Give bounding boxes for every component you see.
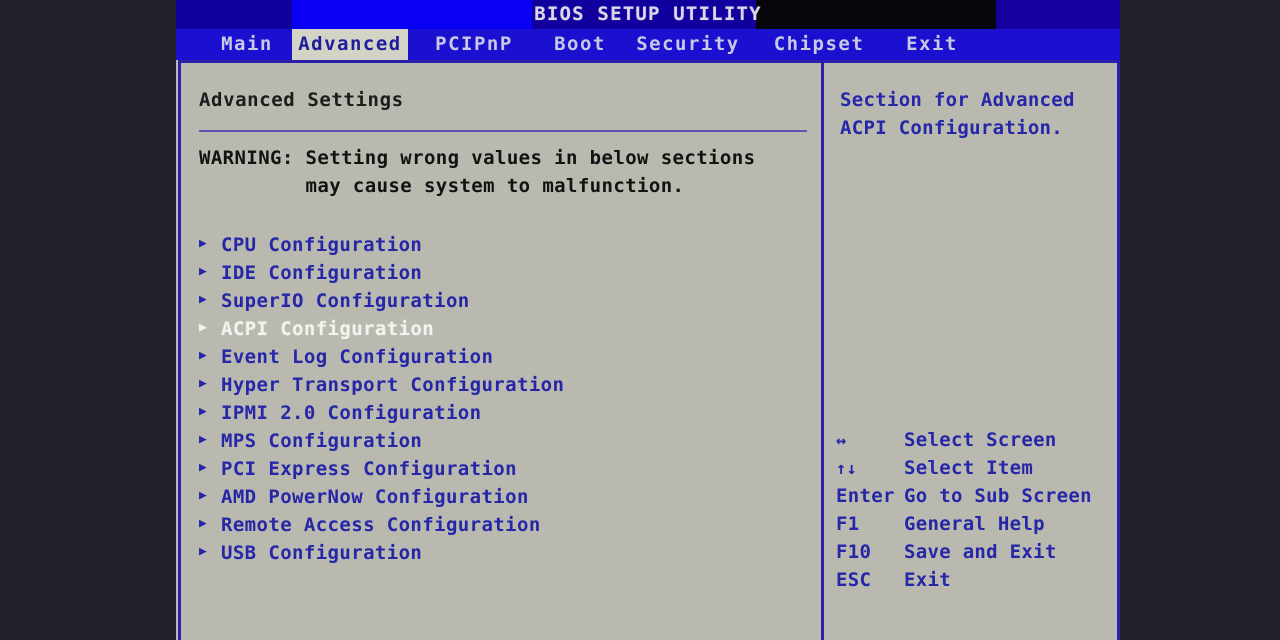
menu-item-label: USB Configuration bbox=[221, 541, 423, 564]
tab-security[interactable]: Security bbox=[628, 29, 748, 60]
help-description-line-1: Section for Advanced bbox=[840, 89, 1075, 111]
warning-text-line-1: WARNING: Setting wrong values in below s… bbox=[199, 147, 756, 169]
tab-main[interactable]: Main bbox=[200, 29, 294, 60]
submenu-arrow-icon: ▶ bbox=[199, 431, 207, 447]
menu-item-label: IDE Configuration bbox=[221, 261, 423, 284]
menu-item-label: MPS Configuration bbox=[221, 429, 423, 452]
submenu-arrow-icon: ▶ bbox=[199, 235, 207, 251]
menu-item-mps-configuration[interactable]: ▶ MPS Configuration bbox=[199, 426, 809, 454]
key-legend-row: Enter Go to Sub Screen bbox=[836, 482, 1116, 510]
key-legend-description: Exit bbox=[904, 569, 951, 591]
submenu-arrow-icon: ▶ bbox=[199, 515, 207, 531]
menu-item-amd-powernow-configuration[interactable]: ▶ AMD PowerNow Configuration bbox=[199, 482, 809, 510]
title-bar: BIOS SETUP UTILITY bbox=[176, 0, 1120, 29]
section-heading: Advanced Settings bbox=[199, 89, 404, 111]
key-legend-row: ↑↓ Select Item bbox=[836, 454, 1116, 482]
key-legend-list: ↔ Select Screen ↑↓ Select Item Enter Go to Su… bbox=[836, 426, 1116, 594]
menu-item-ipmi-2-0-configuration[interactable]: ▶ IPMI 2.0 Configuration bbox=[199, 398, 809, 426]
key-legend-description: Select Item bbox=[904, 457, 1034, 479]
key-legend-description: General Help bbox=[904, 513, 1045, 535]
menu-item-label: Remote Access Configuration bbox=[221, 513, 541, 536]
menu-item-label: Event Log Configuration bbox=[221, 345, 494, 368]
help-pane: Section for Advanced ACPI Configuration.… bbox=[824, 63, 1117, 640]
submenu-arrow-icon: ▶ bbox=[199, 263, 207, 279]
key-legend-key: F10 bbox=[836, 541, 872, 563]
bios-screen: BIOS SETUP UTILITY Main Advanced PCIPnP Boo… bbox=[0, 0, 1280, 640]
key-legend-description: Select Screen bbox=[904, 429, 1057, 451]
menu-item-pci-express-configuration[interactable]: ▶ PCI Express Configuration bbox=[199, 454, 809, 482]
heading-separator bbox=[199, 130, 807, 132]
submenu-arrow-icon: ▶ bbox=[199, 319, 207, 335]
tab-boot[interactable]: Boot bbox=[538, 29, 622, 60]
tab-chipset[interactable]: Chipset bbox=[764, 29, 874, 60]
tab-pcipnp[interactable]: PCIPnP bbox=[420, 29, 528, 60]
menu-item-superio-configuration[interactable]: ▶ SuperIO Configuration bbox=[199, 286, 809, 314]
key-legend-key: Enter bbox=[836, 485, 895, 507]
menu-item-label: ACPI Configuration bbox=[221, 317, 435, 340]
key-legend-row: F1 General Help bbox=[836, 510, 1116, 538]
menu-item-remote-access-configuration[interactable]: ▶ Remote Access Configuration bbox=[199, 510, 809, 538]
menu-item-hyper-transport-configuration[interactable]: ▶ Hyper Transport Configuration bbox=[199, 370, 809, 398]
content-frame-inner: Advanced Settings WARNING: Setting wrong… bbox=[181, 63, 1117, 640]
menu-item-label: IPMI 2.0 Configuration bbox=[221, 401, 482, 424]
menu-item-usb-configuration[interactable]: ▶ USB Configuration bbox=[199, 538, 809, 566]
key-legend-description: Save and Exit bbox=[904, 541, 1057, 563]
submenu-arrow-icon: ▶ bbox=[199, 347, 207, 363]
warning-text-line-2: may cause system to malfunction. bbox=[199, 175, 685, 197]
menu-item-ide-configuration[interactable]: ▶ IDE Configuration bbox=[199, 258, 809, 286]
menu-item-acpi-configuration[interactable]: ▶ ACPI Configuration bbox=[199, 314, 809, 342]
submenu-arrow-icon: ▶ bbox=[199, 459, 207, 475]
content-frame: Advanced Settings WARNING: Setting wrong… bbox=[178, 60, 1120, 640]
menu-item-event-log-configuration[interactable]: ▶ Event Log Configuration bbox=[199, 342, 809, 370]
submenu-arrow-icon: ▶ bbox=[199, 403, 207, 419]
menu-item-label: CPU Configuration bbox=[221, 233, 423, 256]
key-legend-row: ↔ Select Screen bbox=[836, 426, 1116, 454]
menu-bar: Main Advanced PCIPnP Boot Security Chipset Exi… bbox=[176, 29, 1120, 60]
main-pane: Advanced Settings WARNING: Setting wrong… bbox=[181, 63, 821, 640]
tab-advanced[interactable]: Advanced bbox=[292, 29, 408, 60]
menu-item-label: SuperIO Configuration bbox=[221, 289, 470, 312]
configuration-menu-list: ▶ CPU Configuration ▶ IDE Configuration ▶ Sup… bbox=[199, 230, 809, 566]
page-title: BIOS SETUP UTILITY bbox=[534, 3, 762, 25]
key-legend-key: F1 bbox=[836, 513, 860, 535]
menu-item-label: AMD PowerNow Configuration bbox=[221, 485, 529, 508]
bios-viewport: BIOS SETUP UTILITY Main Advanced PCIPnP Boo… bbox=[176, 0, 1120, 640]
tab-exit[interactable]: Exit bbox=[892, 29, 972, 60]
menu-item-cpu-configuration[interactable]: ▶ CPU Configuration bbox=[199, 230, 809, 258]
submenu-arrow-icon: ▶ bbox=[199, 487, 207, 503]
menu-tab-list: Main Advanced PCIPnP Boot Security Chipset Exi… bbox=[176, 29, 1120, 60]
key-legend-arrow-icon: ↔ bbox=[836, 431, 847, 451]
help-description-line-2: ACPI Configuration. bbox=[840, 117, 1064, 139]
submenu-arrow-icon: ▶ bbox=[199, 291, 207, 307]
key-legend-arrow-icon: ↑↓ bbox=[836, 459, 858, 479]
menu-item-label: Hyper Transport Configuration bbox=[221, 373, 565, 396]
submenu-arrow-icon: ▶ bbox=[199, 375, 207, 391]
key-legend-row: ESC Exit bbox=[836, 566, 1116, 594]
key-legend-key: ESC bbox=[836, 569, 872, 591]
key-legend-description: Go to Sub Screen bbox=[904, 485, 1092, 507]
key-legend-row: F10 Save and Exit bbox=[836, 538, 1116, 566]
submenu-arrow-icon: ▶ bbox=[199, 543, 207, 559]
menu-item-label: PCI Express Configuration bbox=[221, 457, 517, 480]
